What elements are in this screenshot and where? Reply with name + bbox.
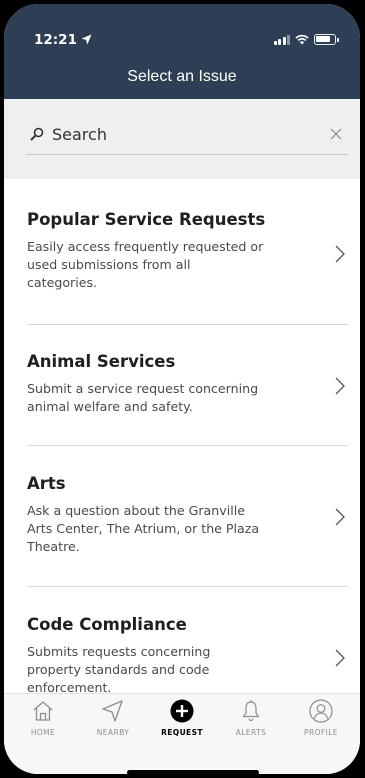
status-time-text: 12:21 [34, 32, 77, 48]
tab-label: NEARBY [96, 728, 130, 737]
app-header: 12:21 Select an Issue [4, 4, 360, 99]
category-description: Submits requests concerning property sta… [27, 643, 289, 693]
description-line: property standards and code [27, 662, 210, 677]
description-line: Theatre. [27, 539, 80, 554]
description-line: Ask a question about the Granville [27, 503, 245, 518]
category-title: Code Compliance [27, 615, 187, 634]
category-arts[interactable]: Arts Ask a question about the Granville … [4, 446, 360, 586]
tab-label: REQUEST [161, 728, 203, 737]
navigation-arrow-icon [102, 700, 123, 722]
plus-circle-icon [170, 699, 194, 723]
tab-label: HOME [30, 728, 56, 737]
category-title: Popular Service Requests [27, 210, 266, 229]
battery-icon [314, 34, 339, 45]
chevron-right-icon [335, 508, 345, 526]
chevron-right-icon [335, 245, 345, 263]
category-description: Ask a question about the Granville Arts … [27, 502, 289, 556]
home-indicator [127, 770, 259, 774]
status-indicators [273, 34, 339, 45]
tab-alerts[interactable]: ALERTS [216, 698, 286, 744]
category-list: Popular Service Requests Easily access f… [4, 179, 360, 693]
phone-screen: 12:21 Select an Issue Search Popular Ser… [4, 4, 360, 774]
search-placeholder: Search [52, 125, 107, 144]
description-line: animal welfare and safety. [27, 399, 193, 414]
tab-profile[interactable]: PROFILE [286, 698, 356, 744]
close-icon[interactable] [328, 126, 344, 142]
description-line: used submissions from all [27, 257, 191, 272]
chevron-right-icon [335, 649, 345, 667]
search-section: Search [4, 99, 360, 179]
home-icon [33, 701, 53, 721]
category-code-compliance[interactable]: Code Compliance Submits requests concern… [4, 587, 360, 693]
tab-nearby[interactable]: NEARBY [78, 698, 148, 744]
description-line: Submits requests concerning [27, 644, 211, 659]
search-input[interactable]: Search [26, 115, 348, 155]
category-title: Arts [27, 474, 66, 493]
status-time: 12:21 [34, 32, 92, 49]
category-popular-service-requests[interactable]: Popular Service Requests Easily access f… [4, 179, 360, 324]
page-title: Select an Issue [127, 68, 237, 85]
tab-request[interactable]: REQUEST [147, 698, 217, 744]
category-animal-services[interactable]: Animal Services Submit a service request… [4, 325, 360, 445]
description-line: enforcement. [27, 680, 112, 693]
description-line: Submit a service request concerning [27, 381, 259, 396]
tab-label: ALERTS [235, 728, 267, 737]
bell-icon [242, 700, 260, 722]
chevron-right-icon [335, 377, 345, 395]
tab-label: PROFILE [304, 728, 338, 737]
description-line: Arts Center, The Atrium, or the Plaza [27, 521, 260, 536]
category-title: Animal Services [27, 352, 176, 371]
signal-icon [273, 34, 290, 45]
wifi-icon [295, 34, 309, 45]
category-description: Submit a service request concerning anim… [27, 380, 289, 416]
tab-bar: HOME NEARBY REQUEST ALERTS PROFILE [4, 693, 360, 774]
location-arrow-icon [81, 33, 92, 49]
tab-home[interactable]: HOME [8, 698, 78, 744]
search-icon [30, 127, 44, 141]
description-line: categories. [27, 275, 98, 290]
category-description: Easily access frequently requested or us… [27, 238, 289, 292]
user-circle-icon [309, 699, 333, 723]
description-line: Easily access frequently requested or [27, 239, 264, 254]
